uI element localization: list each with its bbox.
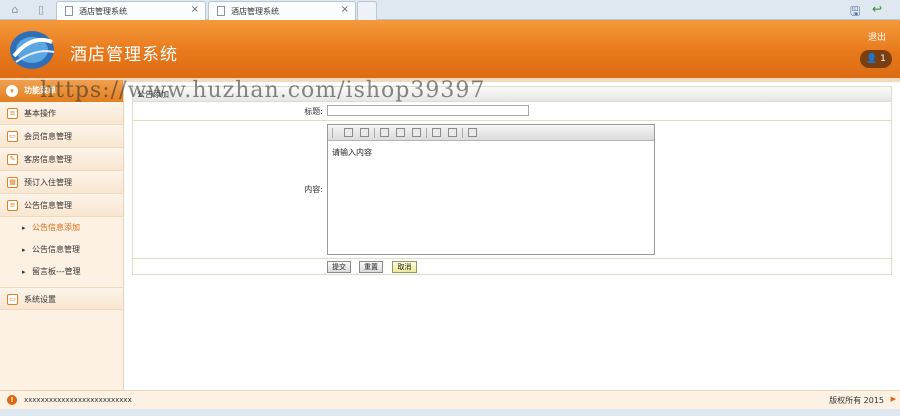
subitem-message-board[interactable]: 留言板---管理: [0, 261, 123, 283]
close-icon[interactable]: ×: [191, 4, 199, 15]
chevron-down-icon: ▾: [6, 85, 18, 97]
list-icon: ≡: [7, 108, 18, 119]
card-icon: ▭: [7, 294, 18, 305]
browser-tab-strip: ⌂ ▯ 酒店管理系统 × 酒店管理系统 × 🖫 ↩: [0, 0, 900, 20]
sidebar-item-basic[interactable]: ≡ 基本操作: [0, 102, 123, 125]
sidebar-item-members[interactable]: ▭ 会员信息管理: [0, 125, 123, 148]
sidebar-item-booking[interactable]: ▦ 预订入住管理: [0, 171, 123, 194]
title-label: 标题:: [304, 107, 323, 116]
footer-left-text: xxxxxxxxxxxxxxxxxxxxxxxxxx: [24, 396, 132, 404]
sidebar-item-rooms[interactable]: ✎ 客房信息管理: [0, 148, 123, 171]
main-content: 公告添加 标题: 内容: 请输入内容 提交 重置 取消: [132, 86, 892, 276]
toolbar-separator: [462, 128, 463, 138]
watermark: https://www.huzhan.com/ishop39397: [40, 78, 486, 103]
title-input[interactable]: [327, 105, 529, 116]
subitem-add-notice[interactable]: 公告信息添加: [0, 217, 123, 239]
preview-icon[interactable]: [360, 128, 369, 137]
cancel-button[interactable]: 取消: [392, 261, 417, 273]
browser-tab-1[interactable]: 酒店管理系统 ×: [56, 1, 206, 20]
taskbar: [0, 409, 900, 416]
editor-placeholder: 请输入内容: [332, 148, 372, 157]
copy-icon[interactable]: [396, 128, 405, 137]
document-icon: [65, 6, 73, 16]
card-icon: ▭: [7, 131, 18, 142]
tab-title: 酒店管理系统: [231, 7, 279, 16]
copyright-text: 版权所有 2015: [829, 396, 884, 405]
sidebar-item-label: 公告信息管理: [24, 201, 72, 210]
sidebar-item-label: 系统设置: [24, 295, 56, 304]
tab-title: 酒店管理系统: [79, 7, 127, 16]
editor-toolbar: [328, 125, 654, 141]
app-header: 酒店管理系统 退出 👤 1: [0, 20, 900, 78]
browser-tab-2[interactable]: 酒店管理系统 ×: [208, 1, 356, 20]
redo-icon[interactable]: [448, 128, 457, 137]
sidebar-item-settings[interactable]: ▭ 系统设置: [0, 287, 123, 310]
sidebar-item-label: 预订入住管理: [24, 178, 72, 187]
logout-link[interactable]: 退出: [868, 30, 886, 43]
home-icon[interactable]: ⌂: [8, 3, 22, 17]
row-divider: [133, 120, 891, 121]
rich-text-editor[interactable]: 请输入内容: [327, 124, 655, 255]
paste-icon[interactable]: [412, 128, 421, 137]
source-icon[interactable]: [344, 128, 353, 137]
list-icon: ≡: [7, 200, 18, 211]
edit-icon: ✎: [7, 154, 18, 165]
submit-button[interactable]: 提交: [327, 261, 351, 273]
undo-icon[interactable]: [432, 128, 441, 137]
user-badge[interactable]: 👤 1: [860, 50, 892, 68]
back-arrow-icon[interactable]: ↩: [872, 2, 882, 16]
document-icon: [217, 6, 225, 16]
sidebar-item-label: 会员信息管理: [24, 132, 72, 141]
toolbar-separator: [426, 128, 427, 138]
reset-button[interactable]: 重置: [359, 261, 383, 273]
system-title: 酒店管理系统: [70, 45, 178, 65]
image-icon[interactable]: [468, 128, 477, 137]
toolbar-separator: [374, 128, 375, 138]
sidebar-item-notices[interactable]: ≡ 公告信息管理: [0, 194, 123, 217]
user-icon: 👤: [866, 54, 878, 64]
close-icon[interactable]: ×: [341, 4, 349, 15]
cut-icon[interactable]: [380, 128, 389, 137]
sidebar: ▾ 功能菜单 ≡ 基本操作 ▭ 会员信息管理 ✎ 客房信息管理 ▦ 预订入住管理…: [0, 80, 124, 390]
notice-form: 公告添加 标题: 内容: 请输入内容 提交 重置 取消: [132, 86, 892, 275]
info-icon: !: [7, 395, 17, 405]
sidebar-item-label: 基本操作: [24, 109, 56, 118]
sidebar-item-label: 客房信息管理: [24, 155, 72, 164]
row-divider: [133, 258, 891, 259]
page-footer: ! xxxxxxxxxxxxxxxxxxxxxxxxxx 版权所有 2015 ▶: [0, 390, 900, 409]
user-count: 1: [880, 54, 886, 64]
calendar-icon: ▦: [7, 177, 18, 188]
content-label: 内容:: [304, 185, 323, 194]
arrow-right-icon: ▶: [890, 395, 896, 403]
logo-icon: [10, 31, 55, 69]
subitem-manage-notices[interactable]: 公告信息管理: [0, 239, 123, 261]
page-icon[interactable]: ▯: [34, 3, 48, 17]
new-tab-button[interactable]: [357, 1, 377, 20]
toolbar-separator: [332, 128, 333, 138]
